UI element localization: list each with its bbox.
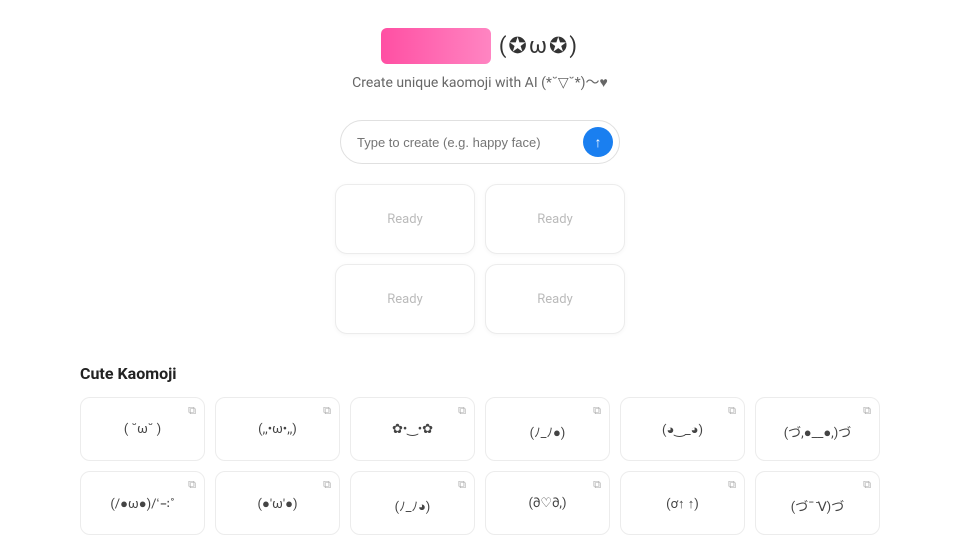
kaomoji-card: ⧉ (●'ω'●): [215, 471, 340, 535]
kaomoji-card: ⧉ (/●ω●)/ʻ∹˚: [80, 471, 205, 535]
copy-button[interactable]: ⧉: [188, 479, 196, 492]
kaomoji-text: (ﾉ_ﾉ●): [530, 422, 566, 441]
card-3: Ready: [335, 264, 475, 334]
copy-button[interactable]: ⧉: [593, 479, 601, 492]
search-button[interactable]: ↑: [583, 127, 613, 157]
kaomoji-card: ⧉ (◕‿_◕): [620, 397, 745, 461]
kaomoji-grid-row2: ⧉ (/●ω●)/ʻ∹˚ ⧉ (●'ω'●) ⧉ (ﾉ_ﾉ◕) ⧉ (∂♡∂,) ⧉ (ơ↑ ↑)…: [80, 471, 880, 535]
kaomoji-text: (づ,●__●,)づ: [784, 422, 852, 441]
kaomoji-text: (ơ↑ ↑): [666, 496, 699, 512]
cards-grid: Ready Ready Ready Ready: [335, 184, 625, 334]
search-area: ↑: [340, 120, 620, 164]
kaomoji-grid-row1: ⧉ ( ˘ω˘ ) ⧉ (,,•ω•,,) ⧉ ✿•‿•✿ ⧉ (ﾉ_ﾉ●) ⧉ (◕‿_◕) ⧉ (…: [80, 397, 880, 461]
logo-emoji: (✪ω✪): [499, 34, 579, 59]
section-title: Cute Kaomoji: [80, 364, 880, 383]
kaomoji-card: ⧉ ( ˘ω˘ ): [80, 397, 205, 461]
kaomoji-text: ✿•‿•✿: [392, 422, 433, 437]
kaomoji-text: (ﾉ_ﾉ◕): [395, 496, 431, 515]
kaomoji-card: ⧉ (,,•ω•,,): [215, 397, 340, 461]
copy-button[interactable]: ⧉: [863, 405, 871, 418]
copy-button[interactable]: ⧉: [728, 479, 736, 492]
kaomoji-text: (◕‿_◕): [662, 422, 703, 438]
kaomoji-text: (●'ω'●): [258, 496, 298, 512]
kaomoji-text: (∂♡∂,): [528, 496, 566, 511]
kaomoji-card: ⧉ ✿•‿•✿: [350, 397, 475, 461]
copy-button[interactable]: ⧉: [863, 479, 871, 492]
kaomoji-card: ⧉ (づ,●__●,)づ: [755, 397, 880, 461]
card-2: Ready: [485, 184, 625, 254]
kaomoji-card: ⧉ (∂♡∂,): [485, 471, 610, 535]
kaomoji-text: (,,•ω•,,): [258, 422, 297, 437]
copy-button[interactable]: ⧉: [728, 405, 736, 418]
copy-button[interactable]: ⧉: [323, 479, 331, 492]
kaomoji-text: ( ˘ω˘ ): [124, 422, 161, 437]
logo-area: (✪ω✪): [381, 28, 579, 64]
card-1: Ready: [335, 184, 475, 254]
search-input[interactable]: [357, 135, 583, 150]
copy-button[interactable]: ⧉: [458, 479, 466, 492]
page-container: (✪ω✪) Create unique kaomoji with AI (*˘▽…: [0, 0, 960, 545]
kaomoji-card: ⧉ (ơ↑ ↑): [620, 471, 745, 535]
copy-button[interactable]: ⧉: [458, 405, 466, 418]
card-4: Ready: [485, 264, 625, 334]
kaomoji-card: ⧉ (ﾉ_ﾉ●): [485, 397, 610, 461]
copy-button[interactable]: ⧉: [323, 405, 331, 418]
kaomoji-card: ⧉ (づ¯ ̄ꓦ)づ: [755, 471, 880, 535]
kaomoji-text: (づ¯ ̄ꓦ)づ: [791, 496, 844, 515]
kaomoji-text: (/●ω●)/ʻ∹˚: [110, 496, 174, 512]
logo-gradient: [381, 28, 491, 64]
copy-button[interactable]: ⧉: [593, 405, 601, 418]
copy-button[interactable]: ⧉: [188, 405, 196, 418]
kaomoji-card: ⧉ (ﾉ_ﾉ◕): [350, 471, 475, 535]
tagline: Create unique kaomoji with AI (*˘▽˘*)〜♥: [352, 72, 608, 92]
